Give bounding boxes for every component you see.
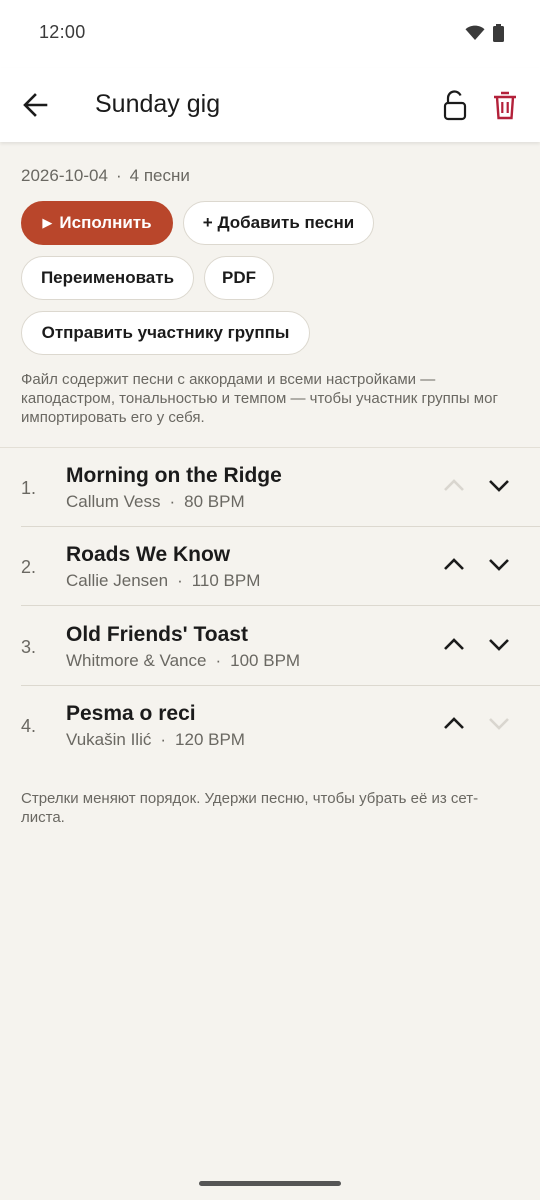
back-button[interactable]: [20, 90, 54, 120]
chevron-up-icon: [444, 479, 464, 491]
rename-label: Переименовать: [40, 268, 175, 287]
song-separator: ·: [169, 492, 176, 511]
song-bpm: 80 BPM: [184, 492, 245, 511]
song-row[interactable]: 1. Morning on the Ridge Callum Vess · 80 B…: [0, 448, 540, 527]
song-title: Pesma o reci: [66, 702, 196, 725]
add-songs-button[interactable]: + Добавить песни: [183, 201, 374, 245]
song-row[interactable]: 3. Old Friends' Toast Whitmore & Vance · 1…: [0, 607, 540, 686]
setlist-meta: 2026-10-04 · 4 песни: [21, 166, 190, 186]
song-subtitle: Callie Jensen · 110 BPM: [66, 571, 260, 591]
song-number: 1.: [21, 478, 37, 498]
arrow-left-icon: [23, 93, 48, 117]
setlist-song-count: 4 песни: [129, 166, 190, 185]
share-help-text: Файл содержит песни с аккордами и всеми …: [21, 371, 498, 426]
home-indicator[interactable]: [199, 1181, 341, 1186]
song-bpm: 100 BPM: [230, 651, 301, 670]
status-time: 12:00: [39, 22, 86, 42]
move-up-button[interactable]: [441, 472, 467, 498]
battery-icon: [493, 24, 504, 42]
song-number: 4.: [21, 716, 37, 736]
song-number: 2.: [21, 557, 37, 577]
chevron-down-icon: [489, 718, 509, 730]
chevron-up-icon: [444, 638, 464, 650]
song-row[interactable]: 2. Roads We Know Callie Jensen · 110 BPM: [0, 527, 540, 606]
chevron-down-icon: [489, 559, 509, 571]
lock-button[interactable]: [441, 90, 469, 122]
chevron-down-icon: [489, 480, 509, 492]
song-bpm: 120 BPM: [175, 730, 245, 749]
reorder-hint: Стрелки меняют порядок. Удержи песню, чт…: [21, 790, 479, 826]
song-subtitle: Whitmore & Vance · 100 BPM: [66, 651, 300, 671]
send-to-member-button[interactable]: Отправить участнику группы: [21, 311, 310, 355]
pdf-button[interactable]: PDF: [204, 256, 274, 300]
song-separator: ·: [177, 571, 183, 590]
wifi-icon: [465, 25, 485, 40]
song-separator: ·: [160, 730, 167, 749]
row-divider: [21, 605, 540, 606]
song-artist: Callum Vess: [66, 492, 161, 511]
song-bpm: 110 BPM: [191, 571, 261, 590]
add-songs-label: + Добавить песни: [202, 213, 355, 232]
status-bar: 12:00: [0, 0, 540, 68]
chevron-down-icon: [489, 639, 509, 651]
send-label: Отправить участнику группы: [41, 323, 290, 342]
song-title: Roads We Know: [66, 543, 231, 566]
delete-button[interactable]: [490, 90, 520, 122]
chevron-up-icon: [444, 717, 464, 729]
chevron-up-icon: [444, 558, 464, 570]
move-down-button[interactable]: [486, 631, 512, 657]
meta-separator: ·: [115, 166, 122, 185]
lock-open-icon: [443, 90, 467, 121]
play-icon: ▶: [42, 215, 53, 230]
song-subtitle: Callum Vess · 80 BPM: [66, 492, 245, 512]
move-up-button[interactable]: [441, 551, 467, 577]
pdf-label: PDF: [222, 268, 256, 287]
move-up-button[interactable]: [441, 631, 467, 657]
move-down-button[interactable]: [486, 710, 512, 736]
song-title: Old Friends' Toast: [66, 623, 248, 646]
move-down-button[interactable]: [486, 551, 512, 577]
song-row[interactable]: 4. Pesma o reci Vukašin Ilić · 120 BPM: [0, 686, 540, 765]
song-separator: ·: [215, 651, 222, 670]
perform-label: Исполнить: [59, 213, 152, 232]
song-artist: Whitmore & Vance: [66, 651, 207, 670]
song-number: 3.: [21, 637, 37, 657]
song-title: Morning on the Ridge: [66, 464, 282, 487]
perform-button[interactable]: ▶ Исполнить: [21, 201, 173, 245]
song-artist: Vukašin Ilić: [66, 730, 152, 749]
app-bar: Sunday gig: [0, 68, 540, 142]
setlist-date: 2026-10-04: [21, 166, 108, 185]
trash-icon: [494, 91, 516, 120]
song-subtitle: Vukašin Ilić · 120 BPM: [66, 730, 245, 750]
rename-button[interactable]: Переименовать: [21, 256, 194, 300]
song-artist: Callie Jensen: [66, 571, 169, 590]
status-icons: [465, 24, 504, 42]
move-down-button[interactable]: [486, 472, 512, 498]
page-title: Sunday gig: [95, 90, 221, 118]
move-up-button[interactable]: [441, 710, 467, 736]
